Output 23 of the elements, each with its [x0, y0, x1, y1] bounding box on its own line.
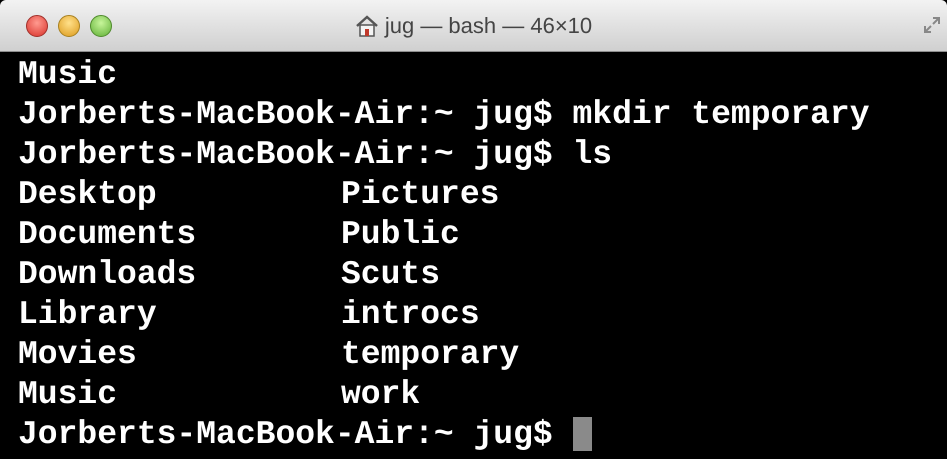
close-button[interactable] — [26, 14, 48, 36]
file-name: Scuts — [341, 256, 440, 292]
window-title: jug — bash — 46×10 — [384, 12, 592, 40]
file-name: work — [341, 376, 420, 412]
minimize-button[interactable] — [58, 14, 80, 36]
fullscreen-icon[interactable] — [923, 16, 941, 34]
file-name: Public — [341, 216, 460, 252]
terminal-line: Music — [18, 58, 118, 90]
file-name: Downloads — [18, 256, 196, 292]
file-name: Pictures — [341, 176, 500, 212]
file-name: introcs — [341, 296, 480, 332]
cursor — [572, 417, 592, 451]
file-name: Library — [18, 296, 157, 332]
zoom-button[interactable] — [90, 14, 112, 36]
terminal-prompt: Jorberts-MacBook-Air:~ jug$ — [18, 418, 553, 450]
terminal-line: Jorberts-MacBook-Air:~ jug$ mkdir temporary — [18, 98, 870, 130]
terminal-line: Jorberts-MacBook-Air:~ jug$ ls — [18, 138, 612, 170]
home-icon — [354, 14, 379, 36]
file-name: temporary — [341, 336, 520, 372]
file-name: Music — [18, 376, 118, 412]
file-name: Movies — [18, 336, 137, 372]
file-name: Desktop — [18, 176, 157, 212]
file-name: Documents — [18, 216, 196, 252]
